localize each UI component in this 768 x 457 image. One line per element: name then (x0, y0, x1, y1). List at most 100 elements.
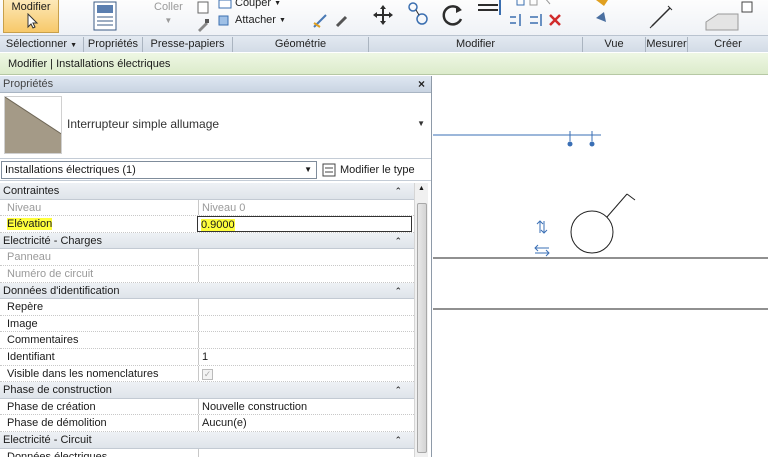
property-value[interactable]: 1 (199, 349, 414, 365)
property-group-header[interactable]: Données d'identification ⌃ (0, 282, 414, 300)
group-name: Electricité - Circuit (3, 433, 92, 446)
switch-symbol (570, 210, 614, 254)
scrollbar-thumb[interactable] (417, 203, 427, 453)
property-row[interactable]: Phase de création Nouvelle construction (0, 398, 414, 416)
property-value[interactable] (199, 316, 414, 332)
property-key-text: Phase de démolition (7, 417, 107, 430)
property-key-text: Niveau (7, 201, 42, 214)
properties-icon (93, 1, 117, 31)
measure-icon[interactable] (648, 2, 676, 30)
modify-label: Modifier (11, 1, 51, 13)
property-value[interactable] (199, 299, 414, 315)
property-group-header[interactable]: Electricité - Charges ⌃ (0, 232, 414, 250)
property-row[interactable]: Repère (0, 299, 414, 316)
copy-icon[interactable] (406, 1, 430, 27)
move-icon[interactable] (372, 4, 394, 26)
type-selector[interactable]: Interrupteur simple allumage ▼ (0, 93, 431, 159)
delete-icon[interactable] (548, 13, 562, 27)
context-title: Modifier | Installations électriques (8, 58, 171, 70)
property-key: Identifiant (0, 348, 199, 365)
edit-type-button[interactable]: Modifier le type (322, 161, 415, 179)
paste-button[interactable]: Coller ▼ (154, 1, 183, 25)
property-value[interactable]: 0.9000 (197, 216, 412, 232)
property-value-text: 1 (202, 350, 209, 363)
property-value[interactable]: Niveau 0 (199, 200, 414, 216)
property-key: Niveau (0, 199, 199, 216)
view-panel-label: Vue (583, 37, 646, 52)
property-value[interactable] (199, 449, 414, 457)
property-key: Panneau (0, 249, 199, 265)
property-row[interactable]: Identifiant 1 (0, 348, 414, 366)
property-row[interactable]: Niveau Niveau 0 (0, 199, 414, 217)
instance-filter-dropdown[interactable]: Installations électriques (1) ▼ (1, 161, 317, 179)
instance-filter-row: Installations électriques (1) ▼ Modifier… (0, 159, 431, 181)
property-key-text: Visible dans les nomenclatures (7, 367, 159, 380)
property-row[interactable]: Commentaires (0, 332, 414, 349)
edit-type-icon (322, 163, 336, 177)
checkbox[interactable]: ✓ (202, 368, 213, 380)
group-name: Contraintes (3, 185, 60, 197)
property-group-header[interactable]: Contraintes ⌃ (0, 183, 414, 200)
scroll-up-icon[interactable]: ▲ (418, 185, 425, 192)
cut-label: Couper (235, 0, 272, 9)
clipboard-panel-label: Presse-papiers (143, 37, 233, 52)
wall-join-icon[interactable] (334, 13, 350, 29)
property-value-text: Niveau 0 (202, 201, 246, 214)
select-panel[interactable]: Sélectionner ▼ (0, 37, 84, 52)
property-value[interactable] (199, 266, 414, 282)
property-row[interactable]: Visible dans les nomenclatures ✓ (0, 365, 414, 383)
property-row[interactable]: Panneau (0, 249, 414, 266)
panel-labels: Sélectionner ▼ Propriétés Presse-papiers… (0, 35, 768, 52)
align-icon[interactable] (528, 13, 544, 27)
wire-node (567, 141, 573, 147)
collapse-chevron-icon[interactable]: ⌃ (394, 432, 402, 448)
array-icon[interactable] (516, 0, 552, 8)
property-group-header[interactable]: Phase de construction ⌃ (0, 382, 414, 399)
property-key-text: Image (7, 317, 38, 330)
cut-tool[interactable]: Couper ▼ (218, 0, 281, 10)
property-row[interactable]: Elévation 0.9000 (0, 216, 414, 233)
property-key: Visible dans les nomenclatures (0, 365, 199, 382)
collapse-chevron-icon[interactable]: ⌃ (394, 283, 402, 299)
view-icon[interactable] (592, 0, 622, 28)
ribbon: Modifier Coller ▼ Couper ▼ Attacher ▼ Sé… (0, 0, 768, 52)
split-icon[interactable] (508, 13, 524, 27)
property-value[interactable] (199, 332, 414, 348)
properties-button[interactable] (92, 1, 118, 31)
property-key-text: Commentaires (7, 334, 79, 347)
join-icon[interactable] (312, 13, 328, 29)
filter-value: Installations électriques (1) (5, 164, 136, 176)
match-properties-icon[interactable] (196, 18, 210, 32)
rotate-icon[interactable] (440, 2, 466, 28)
property-key: Phase de démolition (0, 415, 199, 431)
properties-scrollbar[interactable]: ▲ (414, 183, 428, 457)
property-row[interactable]: Données électriques (0, 448, 414, 457)
modify-button[interactable]: Modifier (3, 0, 59, 33)
create-icon[interactable] (704, 0, 754, 32)
property-value[interactable]: Aucun(e) (199, 415, 414, 431)
property-row[interactable]: Numéro de circuit (0, 265, 414, 283)
trim-icon[interactable] (476, 0, 504, 25)
property-value[interactable]: ✓ (199, 366, 414, 382)
property-key-text: Elévation (7, 218, 53, 231)
close-icon[interactable]: × (418, 76, 425, 93)
floor-plan-view[interactable] (433, 76, 768, 457)
attach-tool[interactable]: Attacher ▼ (218, 13, 286, 27)
chevron-down-icon[interactable]: ▼ (417, 119, 425, 128)
properties-panel-label: Propriétés (84, 37, 143, 52)
collapse-chevron-icon[interactable]: ⌃ (394, 183, 402, 199)
wire-node (589, 141, 595, 147)
collapse-chevron-icon[interactable]: ⌃ (394, 382, 402, 398)
palette-titlebar[interactable]: Propriétés × (0, 76, 431, 93)
chevron-down-icon: ▼ (304, 165, 312, 174)
property-row[interactable]: Image (0, 315, 414, 333)
property-row[interactable]: Phase de démolition Aucun(e) (0, 415, 414, 432)
attach-label: Attacher (235, 14, 276, 26)
collapse-chevron-icon[interactable]: ⌃ (394, 233, 402, 249)
clipboard-icon[interactable] (196, 0, 210, 14)
property-group-header[interactable]: Electricité - Circuit ⌃ (0, 431, 414, 449)
property-value[interactable]: Nouvelle construction (199, 399, 414, 415)
drawing-area[interactable] (433, 76, 768, 457)
property-key-text: Numéro de circuit (7, 267, 94, 280)
property-value[interactable] (199, 249, 414, 265)
